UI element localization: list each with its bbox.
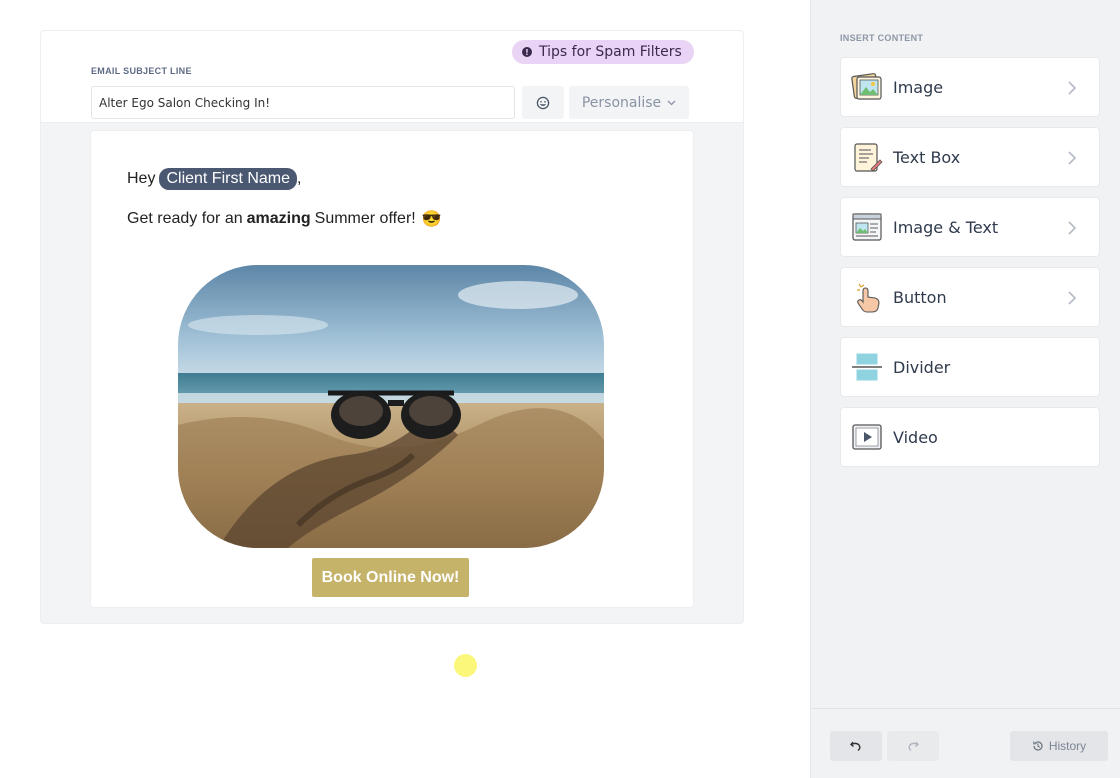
divider-icon bbox=[852, 353, 882, 381]
offer-suffix: Summer offer! bbox=[314, 210, 416, 227]
insert-button-label: Button bbox=[893, 287, 947, 307]
chevron-down-icon bbox=[667, 100, 676, 105]
undo-button[interactable] bbox=[830, 731, 882, 761]
history-button[interactable]: History bbox=[1010, 731, 1108, 761]
greeting-prefix: Hey bbox=[127, 170, 156, 187]
video-icon bbox=[852, 424, 882, 450]
offer-bold-word: amazing bbox=[246, 210, 311, 227]
text-box-icon bbox=[854, 143, 883, 172]
image-icon bbox=[851, 73, 882, 100]
insert-content-heading: INSERT CONTENT bbox=[840, 33, 924, 43]
subject-line-input[interactable]: Alter Ego Salon Checking In! bbox=[91, 86, 515, 119]
email-editor: ! Tips for Spam Filters EMAIL SUBJECT LI… bbox=[40, 30, 744, 624]
beach-photo-illustration bbox=[178, 265, 604, 548]
image-text-icon bbox=[852, 213, 882, 241]
greeting-line[interactable]: Hey Client First Name , bbox=[127, 168, 301, 190]
sunglasses-emoji: 😎 bbox=[421, 211, 442, 228]
insert-image-item[interactable]: Image bbox=[840, 57, 1100, 117]
spam-tips-label: Tips for Spam Filters bbox=[539, 44, 682, 60]
chevron-right-icon bbox=[1068, 81, 1077, 95]
insert-image-text-label: Image & Text bbox=[893, 217, 999, 237]
insert-divider-item[interactable]: Divider bbox=[840, 337, 1100, 397]
personalise-label: Personalise bbox=[581, 94, 662, 111]
pointer-hand-icon bbox=[857, 283, 880, 313]
insert-button-item[interactable]: Button bbox=[840, 267, 1100, 327]
info-icon: ! bbox=[522, 47, 532, 57]
insert-video-item[interactable]: Video bbox=[840, 407, 1100, 467]
insert-divider-label: Divider bbox=[893, 357, 951, 377]
history-label: History bbox=[1048, 739, 1087, 753]
greeting-suffix: , bbox=[297, 170, 302, 187]
personalise-dropdown[interactable]: Personalise bbox=[569, 86, 689, 119]
book-online-button[interactable]: Book Online Now! bbox=[312, 558, 469, 597]
insert-text-box-item[interactable]: Text Box bbox=[840, 127, 1100, 187]
insert-video-label: Video bbox=[893, 427, 938, 447]
subject-area: ! Tips for Spam Filters EMAIL SUBJECT LI… bbox=[41, 31, 743, 123]
chevron-right-icon bbox=[1068, 291, 1077, 305]
panel-footer: History bbox=[811, 708, 1120, 778]
spam-tips-button[interactable]: ! Tips for Spam Filters bbox=[512, 40, 694, 64]
chevron-right-icon bbox=[1068, 151, 1077, 165]
emoji-button[interactable] bbox=[522, 86, 564, 119]
smiley-icon bbox=[536, 96, 550, 109]
insert-content-panel: INSERT CONTENT Image Text Box Image & Te… bbox=[810, 0, 1120, 778]
history-icon bbox=[1032, 741, 1043, 751]
offer-prefix: Get ready for an bbox=[127, 210, 243, 227]
subject-line-value: Alter Ego Salon Checking In! bbox=[99, 95, 271, 110]
subject-line-label: EMAIL SUBJECT LINE bbox=[91, 66, 192, 76]
redo-button[interactable] bbox=[887, 731, 939, 761]
redo-icon bbox=[908, 741, 919, 752]
merge-tag-client-first-name[interactable]: Client First Name bbox=[159, 168, 298, 190]
hero-image-sunglasses-on-sand[interactable] bbox=[178, 265, 604, 548]
insert-image-label: Image bbox=[893, 77, 944, 97]
insert-text-box-label: Text Box bbox=[893, 147, 961, 167]
email-body[interactable]: Hey Client First Name , Get ready for an… bbox=[91, 131, 693, 607]
offer-line[interactable]: Get ready for an amazing Summer offer! 😎 bbox=[127, 209, 442, 229]
chevron-right-icon bbox=[1068, 221, 1077, 235]
insert-image-text-item[interactable]: Image & Text bbox=[840, 197, 1100, 257]
cursor-highlight bbox=[454, 654, 477, 677]
undo-icon bbox=[850, 741, 861, 752]
